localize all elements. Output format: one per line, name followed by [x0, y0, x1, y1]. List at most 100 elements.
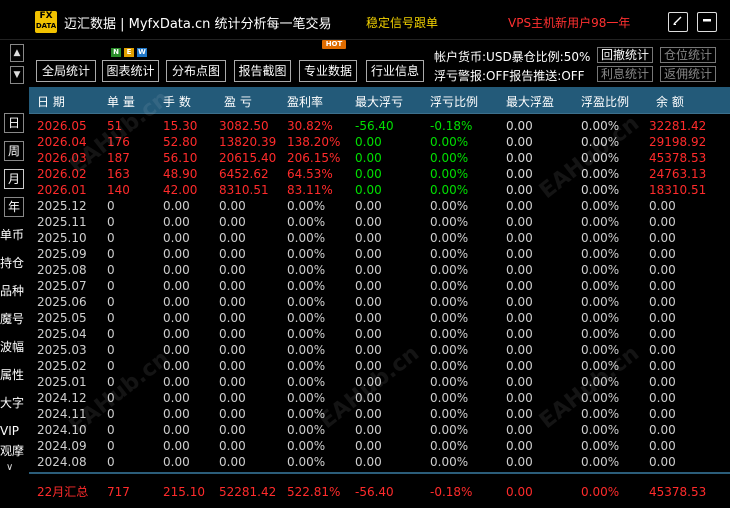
side-holdings[interactable]: 持仓: [0, 253, 28, 273]
cell-max-float-profit: 0.00: [506, 407, 533, 421]
side-large-font[interactable]: 大字: [0, 393, 28, 413]
interest-stats-button[interactable]: 利息统计: [597, 66, 653, 82]
cell-profit: 0.00: [219, 455, 246, 469]
distribution-chart-button[interactable]: 分布点图: [166, 60, 226, 82]
table-row[interactable]: 2025.11 0 0.00 0.00 0.00% 0.00 0.00% 0.00 0.00% 0…: [29, 214, 730, 230]
cell-profit: 0.00: [219, 311, 246, 325]
position-stats-button[interactable]: 仓位统计: [660, 47, 716, 63]
vps-promo-link[interactable]: VPS主机新用户98一年: [508, 14, 630, 31]
cell-balance: 32281.42: [649, 119, 707, 133]
table-row[interactable]: 2026.03 187 56.10 20615.40 206.15% 0.00 0.00% 0…: [29, 150, 730, 166]
period-day-button[interactable]: 日: [4, 113, 24, 133]
cell-orders: 140: [107, 183, 130, 197]
cell-float-loss-ratio: 0.00%: [430, 359, 469, 373]
period-month-button[interactable]: 月: [4, 169, 24, 189]
table-row[interactable]: 2026.04 176 52.80 13820.39 138.20% 0.00 0.00% 0…: [29, 134, 730, 150]
table-row[interactable]: 2025.03 0 0.00 0.00 0.00% 0.00 0.00% 0.00 0.00% 0…: [29, 342, 730, 358]
hot-badge: HOT: [322, 40, 346, 49]
table-row[interactable]: 2025.01 0 0.00 0.00 0.00% 0.00 0.00% 0.00 0.00% 0…: [29, 374, 730, 390]
cell-max-float-profit: 0.00: [506, 439, 533, 453]
drawdown-stats-button[interactable]: 回撤统计: [597, 47, 653, 63]
table-row[interactable]: 2026.02 163 48.90 6452.62 64.53% 0.00 0.00% 0.0…: [29, 166, 730, 182]
table-row[interactable]: 2025.04 0 0.00 0.00 0.00% 0.00 0.00% 0.00 0.00% 0…: [29, 326, 730, 342]
cell-float-loss-ratio: 0.00%: [430, 295, 469, 309]
cell-balance: 0.00: [649, 215, 676, 229]
cell-profit-rate: 0.00%: [287, 279, 326, 293]
cell-profit-rate: 0.00%: [287, 407, 326, 421]
cell-float-loss-ratio: 0.00%: [430, 391, 469, 405]
side-vip[interactable]: VIP: [0, 421, 28, 441]
table-row[interactable]: 2026.05 51 15.30 3082.50 30.82% -56.40 -0.18% 0…: [29, 118, 730, 134]
cell-profit-rate: 0.00%: [287, 423, 326, 437]
table-row[interactable]: 2026.01 140 42.00 8310.51 83.11% 0.00 0.00% 0.0…: [29, 182, 730, 198]
table-row[interactable]: 2024.09 0 0.00 0.00 0.00% 0.00 0.00% 0.00 0.00% 0…: [29, 438, 730, 454]
header-profit-rate[interactable]: 盈利率: [287, 93, 323, 110]
cell-date: 2025.02: [37, 359, 87, 373]
table-row[interactable]: 2025.10 0 0.00 0.00 0.00% 0.00 0.00% 0.00 0.00% 0…: [29, 230, 730, 246]
side-observe[interactable]: 观摩: [0, 441, 28, 461]
table-row[interactable]: 2025.12 0 0.00 0.00 0.00% 0.00 0.00% 0.00 0.00% 0…: [29, 198, 730, 214]
side-amplitude[interactable]: 波幅: [0, 337, 28, 357]
cell-date: 2025.01: [37, 375, 87, 389]
cell-profit: 8310.51: [219, 183, 269, 197]
signal-follow-link[interactable]: 稳定信号跟单: [366, 14, 438, 31]
side-attributes[interactable]: 属性: [0, 365, 28, 385]
title-bar: FX DATA 迈汇数据 | MyfxData.cn 统计分析每一笔交易 稳定信…: [0, 0, 730, 40]
side-magic-number[interactable]: 魔号: [0, 309, 28, 329]
header-float-profit-ratio[interactable]: 浮盈比例: [581, 93, 629, 110]
cell-date: 2025.04: [37, 327, 87, 341]
header-balance[interactable]: 余 额: [656, 93, 684, 110]
cell-balance: 0.00: [649, 407, 676, 421]
cell-orders: 0: [107, 375, 115, 389]
new-badge-w: W: [137, 48, 147, 57]
table-row[interactable]: 2024.12 0 0.00 0.00 0.00% 0.00 0.00% 0.00 0.00% 0…: [29, 390, 730, 406]
cell-profit-rate: 206.15%: [287, 151, 341, 165]
table-row[interactable]: 2025.09 0 0.00 0.00 0.00% 0.00 0.00% 0.00 0.00% 0…: [29, 246, 730, 262]
cell-profit: 0.00: [219, 263, 246, 277]
table-row[interactable]: 2025.06 0 0.00 0.00 0.00% 0.00 0.00% 0.00 0.00% 0…: [29, 294, 730, 310]
cell-max-float-profit: 0.00: [506, 327, 533, 341]
table-row[interactable]: 2024.08 0 0.00 0.00 0.00% 0.00 0.00% 0.00 0.00% 0…: [29, 454, 730, 470]
report-screenshot-button[interactable]: 报告截图: [234, 60, 291, 82]
cell-profit-rate: 0.00%: [287, 215, 326, 229]
chart-stats-button[interactable]: 图表统计: [102, 60, 159, 82]
global-stats-button[interactable]: 全局统计: [36, 60, 96, 82]
period-year-button[interactable]: 年: [4, 197, 24, 217]
cell-max-float-loss: 0.00: [355, 311, 382, 325]
header-lots[interactable]: 手 数: [163, 93, 191, 110]
table-row[interactable]: 2024.11 0 0.00 0.00 0.00% 0.00 0.00% 0.00 0.00% 0…: [29, 406, 730, 422]
cell-float-profit-ratio: 0.00%: [581, 327, 620, 341]
header-date[interactable]: 日 期: [37, 93, 65, 110]
side-single-currency[interactable]: 单币: [0, 225, 28, 245]
edit-button[interactable]: [668, 12, 688, 32]
header-max-float-loss[interactable]: 最大浮亏: [355, 93, 403, 110]
period-week-button[interactable]: 周: [4, 141, 24, 161]
table-row[interactable]: 2025.02 0 0.00 0.00 0.00% 0.00 0.00% 0.00 0.00% 0…: [29, 358, 730, 374]
header-float-loss-ratio[interactable]: 浮亏比例: [430, 93, 478, 110]
cell-float-profit-ratio: 0.00%: [581, 279, 620, 293]
cell-float-profit-ratio: 0.00%: [581, 183, 620, 197]
cell-balance: 0.00: [649, 327, 676, 341]
header-orders[interactable]: 单 量: [107, 93, 135, 110]
header-max-float-profit[interactable]: 最大浮盈: [506, 93, 554, 110]
cell-lots: 0.00: [163, 439, 190, 453]
side-more-chevron-down-icon[interactable]: ∨: [6, 462, 13, 473]
cell-max-float-loss: 0.00: [355, 407, 382, 421]
cell-float-profit-ratio: 0.00%: [581, 263, 620, 277]
cell-float-profit-ratio: 0.00%: [581, 215, 620, 229]
pro-data-button[interactable]: 专业数据: [299, 60, 357, 82]
industry-info-button[interactable]: 行业信息: [366, 60, 424, 82]
minimize-button[interactable]: [697, 12, 717, 32]
table-row[interactable]: 2024.10 0 0.00 0.00 0.00% 0.00 0.00% 0.00 0.00% 0…: [29, 422, 730, 438]
side-symbols[interactable]: 品种: [0, 281, 28, 301]
rebate-stats-button[interactable]: 返佣统计: [660, 66, 716, 82]
table-row[interactable]: 2025.05 0 0.00 0.00 0.00% 0.00 0.00% 0.00 0.00% 0…: [29, 310, 730, 326]
cell-max-float-profit: 0.00: [506, 263, 533, 277]
cell-profit-rate: 0.00%: [287, 327, 326, 341]
scroll-up-arrow-icon[interactable]: ▲: [10, 44, 24, 62]
header-profit[interactable]: 盈 亏: [224, 93, 252, 110]
cell-lots: 56.10: [163, 151, 198, 165]
table-row[interactable]: 2025.07 0 0.00 0.00 0.00% 0.00 0.00% 0.00 0.00% 0…: [29, 278, 730, 294]
table-row[interactable]: 2025.08 0 0.00 0.00 0.00% 0.00 0.00% 0.00 0.00% 0…: [29, 262, 730, 278]
scroll-down-arrow-icon[interactable]: ▼: [10, 66, 24, 84]
